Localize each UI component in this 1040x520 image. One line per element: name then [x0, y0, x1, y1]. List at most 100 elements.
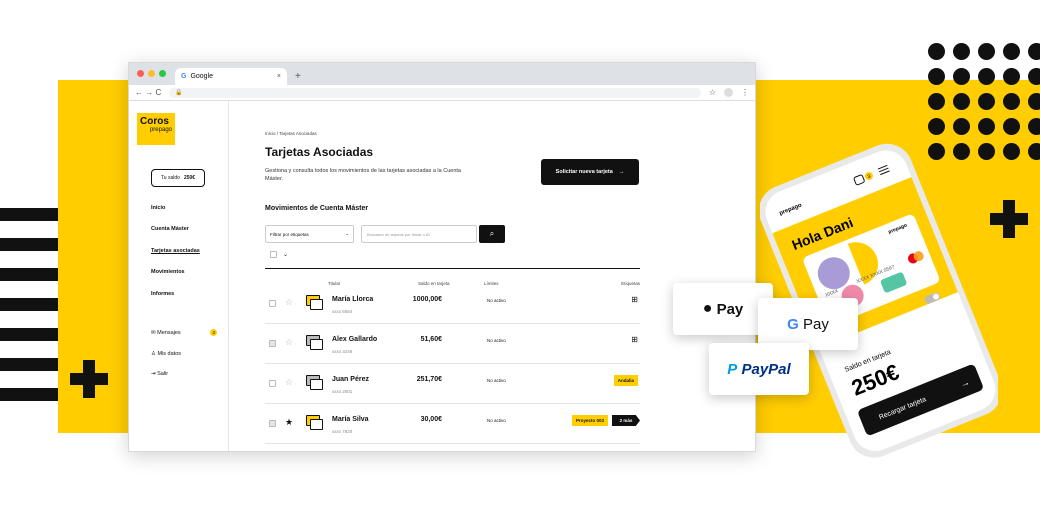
mensajes-label: Mensajes [157, 330, 181, 336]
sidebar-item-mis-datos[interactable]: ♙ Mis datos [151, 351, 181, 357]
search-input[interactable]: Buscador de tarjetas por titular o ID [361, 225, 477, 243]
marketing-banner: G Google × + ← → C 🔒 ☆ ⋮ Coros prepago T… [0, 0, 1040, 520]
lock-icon: 🔒 [175, 90, 183, 96]
address-bar[interactable]: 🔒 [169, 87, 701, 98]
star-icon[interactable]: ☆ [285, 297, 293, 308]
google-pay-label: Pay [802, 315, 829, 333]
table-row[interactable]: ☆ Alex Gallardo xxxx 3246 51,60€ No acti… [265, 324, 640, 364]
logo-subtext: prepago [149, 127, 172, 133]
card-limit: No activo [487, 298, 506, 303]
kebab-menu-icon[interactable]: ⋮ [741, 88, 749, 97]
mis-datos-label: Mis datos [157, 351, 182, 357]
apple-icon: ● [702, 300, 713, 317]
cardholder-name: María Silva [332, 416, 369, 423]
logo-text: Coros [140, 116, 169, 127]
star-filled-icon[interactable]: ★ [285, 417, 293, 428]
google-icon: G [181, 73, 187, 80]
mail-icon: ✉ [151, 330, 156, 336]
browser-tab[interactable]: G Google × [175, 68, 287, 85]
select-all[interactable]: ⌄ [270, 251, 288, 258]
sidebar-item-cuenta-master[interactable]: Cuenta Máster [151, 226, 189, 232]
card-balance: 51,60€ [420, 336, 442, 343]
apple-pay-label: Pay [716, 300, 744, 318]
table-row[interactable]: ☆ María Llorca xxxx 5654 1000,00€ No act… [265, 284, 640, 324]
sidebar-item-tarjetas-asociadas[interactable]: Tarjetas asociadas [151, 248, 200, 254]
card-balance: 1000,00€ [412, 296, 442, 303]
sidebar-item-inicio[interactable]: Inicio [151, 205, 165, 211]
card-number: xxxx 2501 [332, 389, 353, 394]
card-balance: 251,70€ [416, 376, 442, 383]
messages-badge: 3 [210, 329, 218, 336]
card-balance: 30,00€ [420, 416, 442, 423]
google-icon: G [787, 315, 799, 333]
paypal-icon: P [727, 360, 738, 378]
select-all-checkbox[interactable] [270, 251, 277, 258]
stripes-decoration [0, 208, 58, 418]
tab-title: Google [190, 73, 214, 80]
request-card-label: Solicitar nueva tarjeta [555, 169, 613, 175]
main-content: Inicio / Tarjetas Asociadas Tarjetas Aso… [265, 101, 643, 451]
card-limit: No activo [487, 378, 506, 383]
card-number: xxxx 3246 [332, 349, 353, 354]
card-number: xxxx 5654 [332, 309, 353, 314]
cardholder-name: Alex Gallardo [332, 336, 378, 343]
tag-filter-select[interactable]: Filtrar por etiquetas ⌄ [265, 225, 354, 243]
tab-bar: G Google × + [129, 63, 755, 85]
card-icon [306, 295, 323, 310]
nav-arrows-icon[interactable]: ← → C [135, 88, 161, 97]
more-tags-badge[interactable]: 2 más [612, 415, 640, 426]
search-button[interactable]: ⌕ [479, 225, 505, 243]
card-icon [306, 335, 323, 350]
tag-badge[interactable]: Andalia [613, 375, 638, 386]
window-controls [137, 70, 166, 77]
sidebar: Coros prepago Tu saldo 250€ Inicio Cuent… [129, 101, 229, 451]
chevron-down-icon[interactable]: ⌄ [283, 251, 288, 258]
balance-pill[interactable]: Tu saldo 250€ [151, 169, 205, 187]
new-tab-button[interactable]: + [295, 71, 301, 82]
table-row[interactable]: ★ María Silva xxxx 7820 30,00€ No activo… [265, 404, 640, 444]
card-number: xxxx 7820 [332, 429, 353, 434]
address-bar-row: ← → C 🔒 ☆ ⋮ [129, 85, 755, 101]
row-checkbox[interactable] [269, 300, 276, 307]
row-checkbox[interactable] [269, 380, 276, 387]
bookmark-star-icon[interactable]: ☆ [709, 88, 716, 97]
avatar[interactable] [724, 88, 733, 97]
page-title: Tarjetas Asociadas [265, 145, 374, 159]
tag-badge[interactable]: Proyecto 003 [571, 415, 608, 426]
sidebar-item-mensajes[interactable]: ✉ Mensajes 3 [151, 329, 218, 336]
browser-actions: ☆ ⋮ [709, 88, 749, 97]
breadcrumb[interactable]: Inicio / Tarjetas Asociadas [265, 131, 317, 136]
minimize-dot[interactable] [148, 70, 155, 77]
close-icon[interactable]: × [277, 73, 281, 80]
sidebar-item-salir[interactable]: ⇥ Salir [151, 371, 168, 377]
maximize-dot[interactable] [159, 70, 166, 77]
row-checkbox[interactable] [269, 340, 276, 347]
row-checkbox[interactable] [269, 420, 276, 427]
close-dot[interactable] [137, 70, 144, 77]
paypal-badge: P PayPal [709, 343, 809, 395]
section-title: Movimientos de Cuenta Máster [265, 205, 369, 212]
salir-label: Salir [157, 371, 169, 377]
card-icon [306, 415, 323, 430]
cardholder-name: Juan Pérez [332, 376, 369, 383]
card-icon [306, 375, 323, 390]
add-tag-icon[interactable]: ⊞ [631, 335, 638, 344]
star-icon[interactable]: ☆ [285, 377, 293, 388]
sidebar-item-movimientos[interactable]: Movimientos [151, 269, 185, 275]
star-icon[interactable]: ☆ [285, 337, 293, 348]
coros-logo[interactable]: Coros prepago [137, 113, 175, 145]
cardholder-name: María Llorca [332, 296, 374, 303]
paypal-label: PayPal [741, 360, 791, 378]
filter-placeholder: Filtrar por etiquetas [270, 231, 309, 237]
arrow-right-icon: → [618, 169, 625, 175]
balance-value: 250€ [183, 175, 196, 181]
request-card-button[interactable]: Solicitar nueva tarjeta → [541, 159, 639, 185]
logout-icon: ⇥ [151, 371, 156, 377]
browser-window: G Google × + ← → C 🔒 ☆ ⋮ Coros prepago T… [128, 62, 756, 452]
page-description: Gestiona y consulta todos los movimiento… [265, 168, 461, 182]
add-tag-icon[interactable]: ⊞ [631, 295, 638, 304]
phone-mockup: prepago 3 Hola Dani prepago XXXX XXXX 05… [760, 143, 998, 458]
sidebar-item-informes[interactable]: Informes [151, 291, 174, 297]
table-row[interactable]: ☆ Juan Pérez xxxx 2501 251,70€ No activo… [265, 364, 640, 404]
card-limit: No activo [487, 418, 506, 423]
